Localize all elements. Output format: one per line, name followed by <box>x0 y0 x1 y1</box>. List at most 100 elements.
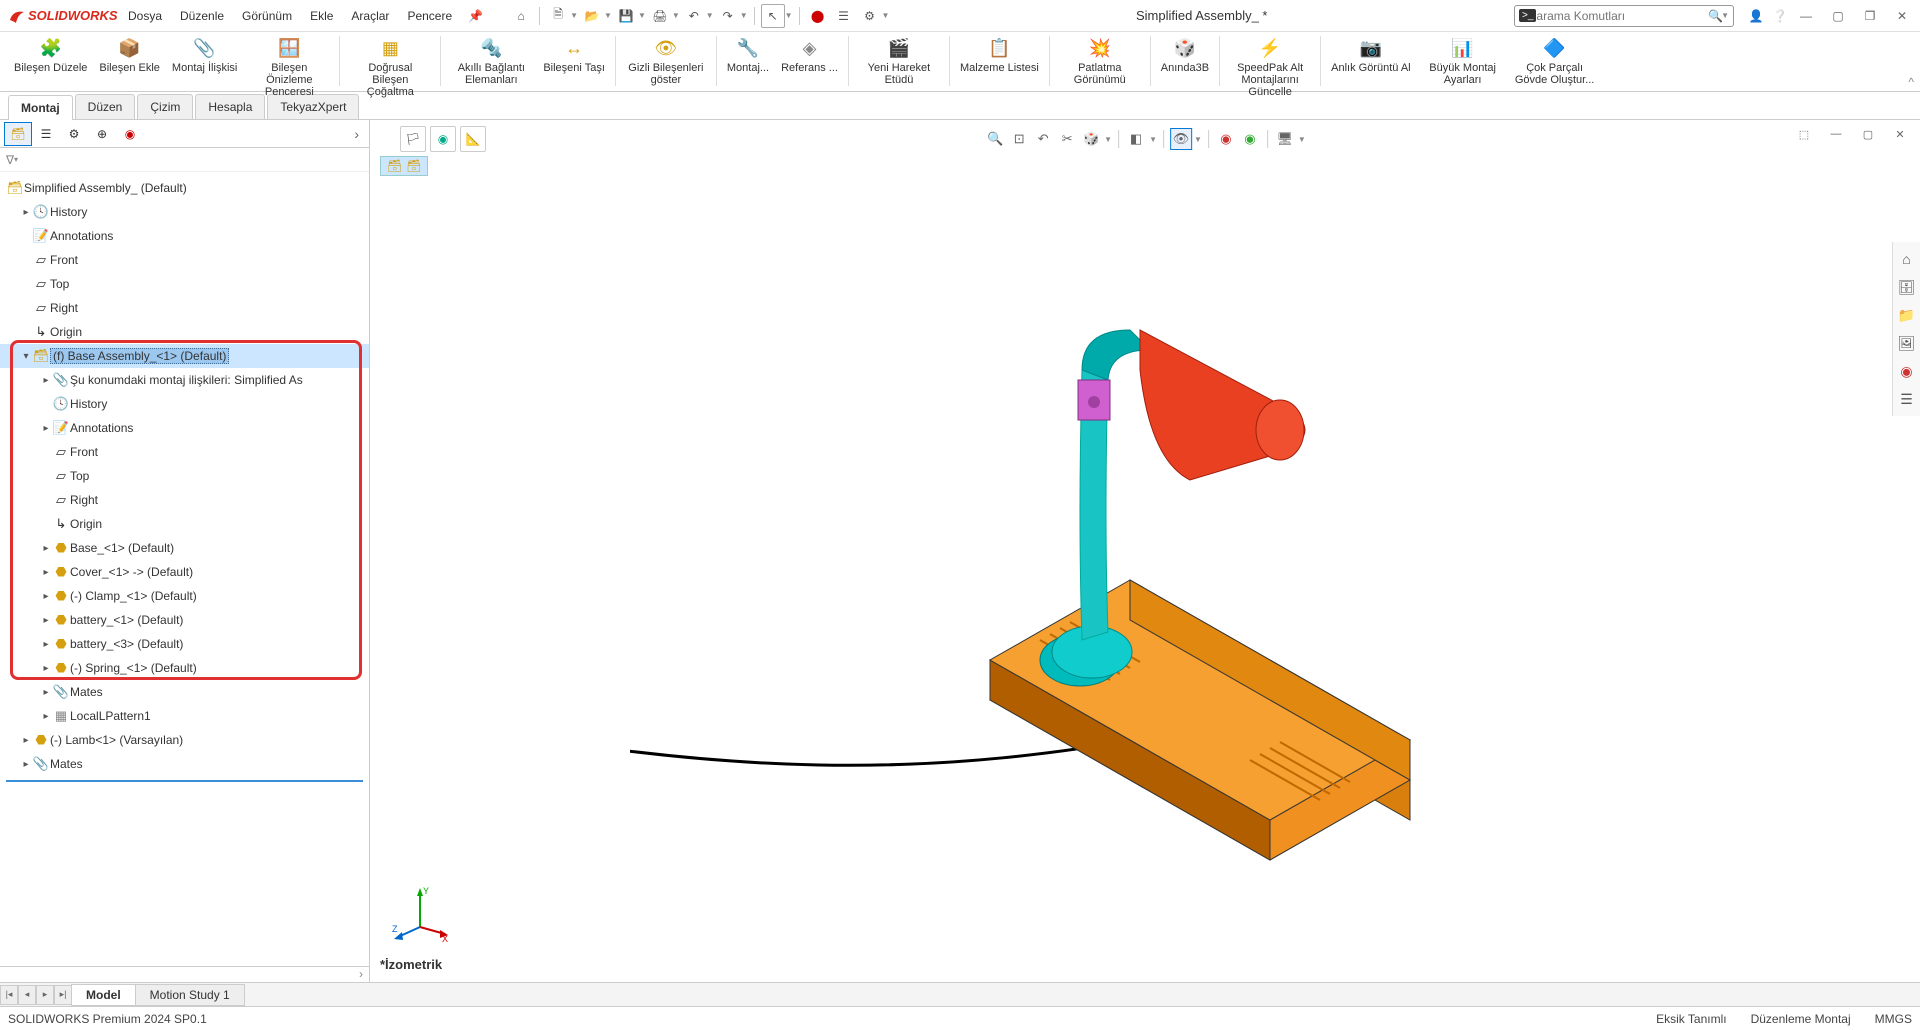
tree-sub-origin[interactable]: ↳Origin <box>0 512 369 536</box>
user-icon[interactable]: 👤 <box>1744 4 1768 28</box>
tree-rollback-bar[interactable] <box>6 780 363 782</box>
print-icon[interactable]: 🖨 <box>648 4 672 28</box>
tree-right-plane[interactable]: ▱Right <box>0 296 369 320</box>
display-style-icon[interactable]: ◧ <box>1125 128 1147 150</box>
property-manager-tab[interactable]: ☰ <box>32 122 60 146</box>
previous-view-icon[interactable]: ↶ <box>1032 128 1054 150</box>
tree-sub-top[interactable]: ▱Top <box>0 464 369 488</box>
zoom-area-icon[interactable]: ⊡ <box>1008 128 1030 150</box>
doc-float-button[interactable]: ⬚ <box>1790 122 1818 146</box>
configuration-tab[interactable]: ⚙ <box>60 122 88 146</box>
ribbon-snapshot[interactable]: 📷Anlık Görüntü Al <box>1325 36 1417 74</box>
ribbon-edit-component[interactable]: 🧩Bileşen Düzele <box>8 36 93 74</box>
section-view-icon[interactable]: ✂ <box>1056 128 1078 150</box>
tab-next-icon[interactable]: ▸ <box>36 985 54 1005</box>
chevron-down-icon[interactable]: ▼ <box>740 11 748 20</box>
assembly-icon[interactable]: 🗃 <box>406 159 421 173</box>
expand-icon[interactable]: ▸ <box>20 759 32 770</box>
expand-icon[interactable]: ▸ <box>40 591 52 602</box>
maximize-button[interactable]: ▢ <box>1824 4 1852 28</box>
tree-origin[interactable]: ↳Origin <box>0 320 369 344</box>
menu-file[interactable]: Dosya <box>120 5 170 27</box>
tree-sub-front[interactable]: ▱Front <box>0 440 369 464</box>
chevron-down-icon[interactable]: ▼ <box>785 11 793 20</box>
eye-icon[interactable]: ◉ <box>430 126 456 152</box>
tree-annotations[interactable]: 📝Annotations <box>0 224 369 248</box>
hide-show-icon[interactable]: 👁 <box>1170 128 1192 150</box>
menu-edit[interactable]: Düzenle <box>172 5 232 27</box>
scene-icon[interactable]: ◉ <box>1239 128 1261 150</box>
tree-history[interactable]: ▸🕓History <box>0 200 369 224</box>
expand-icon[interactable]: ▸ <box>40 567 52 578</box>
bottom-tab-model[interactable]: Model <box>71 984 136 1006</box>
collapse-icon[interactable]: ▾ <box>20 351 32 362</box>
tree-mates-top[interactable]: ▸📎Mates <box>0 752 369 776</box>
view-settings-icon[interactable]: 🖥 <box>1274 128 1296 150</box>
expand-icon[interactable]: ▸ <box>40 543 52 554</box>
save-icon[interactable]: 💾 <box>614 4 638 28</box>
restore-button[interactable]: ❐ <box>1856 4 1884 28</box>
ribbon-collapse-icon[interactable]: ^ <box>1908 75 1914 89</box>
tree-sub-right[interactable]: ▱Right <box>0 488 369 512</box>
expand-icon[interactable]: ▸ <box>40 423 52 434</box>
flag-icon[interactable]: 🏳 <box>400 126 426 152</box>
tree-expand-icon[interactable]: › <box>348 126 365 142</box>
tree-sub-annotations[interactable]: ▸📝Annotations <box>0 416 369 440</box>
file-explorer-icon[interactable]: 📁 <box>1895 302 1918 328</box>
tree-part-lamb[interactable]: ▸⬣(-) Lamb<1> (Varsayılan) <box>0 728 369 752</box>
ribbon-show-hidden[interactable]: 👁Gizli Bileşenleri göster <box>620 36 712 86</box>
search-box[interactable]: >_ 🔍 ▼ <box>1514 5 1734 27</box>
tree-part-base[interactable]: ▸⬣Base_<1> (Default) <box>0 536 369 560</box>
doc-maximize-button[interactable]: ▢ <box>1854 122 1882 146</box>
orientation-triad[interactable]: Y X Z <box>390 882 450 942</box>
home-icon[interactable]: ⌂ <box>509 4 533 28</box>
ribbon-smart-fasteners[interactable]: 🔩Akıllı Bağlantı Elemanları <box>445 36 537 86</box>
display-tab[interactable]: ◉ <box>116 122 144 146</box>
ribbon-motion-study[interactable]: 🎬Yeni Hareket Etüdü <box>853 36 945 86</box>
ribbon-large-assembly[interactable]: 📊Büyük Montaj Ayarları <box>1417 36 1509 86</box>
tree-scrollbar[interactable]: › <box>0 966 369 982</box>
doc-minimize-button[interactable]: — <box>1822 122 1850 146</box>
tree-part-clamp[interactable]: ▸⬣(-) Clamp_<1> (Default) <box>0 584 369 608</box>
tree-part-battery1[interactable]: ▸⬣battery_<1> (Default) <box>0 608 369 632</box>
ribbon-reference-geometry[interactable]: ◈Referans ... <box>775 36 844 74</box>
feature-manager-tab[interactable]: 🗃 <box>4 122 32 146</box>
rebuild-icon[interactable]: ⬤ <box>806 4 830 28</box>
ribbon-multibody[interactable]: 🔷Çok Parçalı Gövde Oluştur... <box>1509 36 1601 86</box>
menu-view[interactable]: Görünüm <box>234 5 300 27</box>
expand-icon[interactable]: ▸ <box>40 663 52 674</box>
tab-last-icon[interactable]: ▸| <box>54 985 72 1005</box>
chevron-down-icon[interactable]: ▼ <box>638 11 646 20</box>
status-units[interactable]: MMGS <box>1875 1012 1912 1026</box>
ribbon-exploded-view[interactable]: 💥Patlatma Görünümü <box>1054 36 1146 86</box>
tree-part-spring[interactable]: ▸⬣(-) Spring_<1> (Default) <box>0 656 369 680</box>
expand-icon[interactable]: ▸ <box>40 711 52 722</box>
select-icon[interactable]: ↖ <box>761 4 785 28</box>
ribbon-assembly-features[interactable]: 🔧Montaj... <box>721 36 775 74</box>
pin-icon[interactable]: 📌 <box>462 5 489 27</box>
dimxpert-tab[interactable]: ⊕ <box>88 122 116 146</box>
expand-icon[interactable]: ▸ <box>40 615 52 626</box>
undo-icon[interactable]: ↶ <box>682 4 706 28</box>
help-icon[interactable]: ❔ <box>1768 4 1792 28</box>
chevron-down-icon[interactable]: ▼ <box>604 11 612 20</box>
settings-icon[interactable]: ⚙ <box>858 4 882 28</box>
tree-front-plane[interactable]: ▱Front <box>0 248 369 272</box>
menu-tools[interactable]: Araçlar <box>343 5 397 27</box>
search-input[interactable] <box>1536 9 1708 23</box>
ribbon-move-component[interactable]: ↔Bileşeni Taşı <box>537 36 611 74</box>
chevron-down-icon[interactable]: ▼ <box>1721 11 1729 20</box>
view-orientation-icon[interactable]: 🎲 <box>1080 128 1102 150</box>
doc-close-button[interactable]: ✕ <box>1886 122 1914 146</box>
tab-assembly[interactable]: Montaj <box>8 95 73 120</box>
bottom-tab-motion[interactable]: Motion Study 1 <box>135 984 245 1006</box>
home-pane-icon[interactable]: ⌂ <box>1895 246 1918 272</box>
chevron-down-icon[interactable]: ▼ <box>570 11 578 20</box>
options-list-icon[interactable]: ☰ <box>832 4 856 28</box>
tree-sub-mates[interactable]: ▸📎Mates <box>0 680 369 704</box>
tree-mates-in-position[interactable]: ▸📎Şu konumdaki montaj ilişkileri: Simpli… <box>0 368 369 392</box>
tree-part-cover[interactable]: ▸⬣Cover_<1> -> (Default) <box>0 560 369 584</box>
new-icon[interactable]: 🗎 <box>546 4 570 28</box>
tab-first-icon[interactable]: |◂ <box>0 985 18 1005</box>
menu-insert[interactable]: Ekle <box>302 5 341 27</box>
